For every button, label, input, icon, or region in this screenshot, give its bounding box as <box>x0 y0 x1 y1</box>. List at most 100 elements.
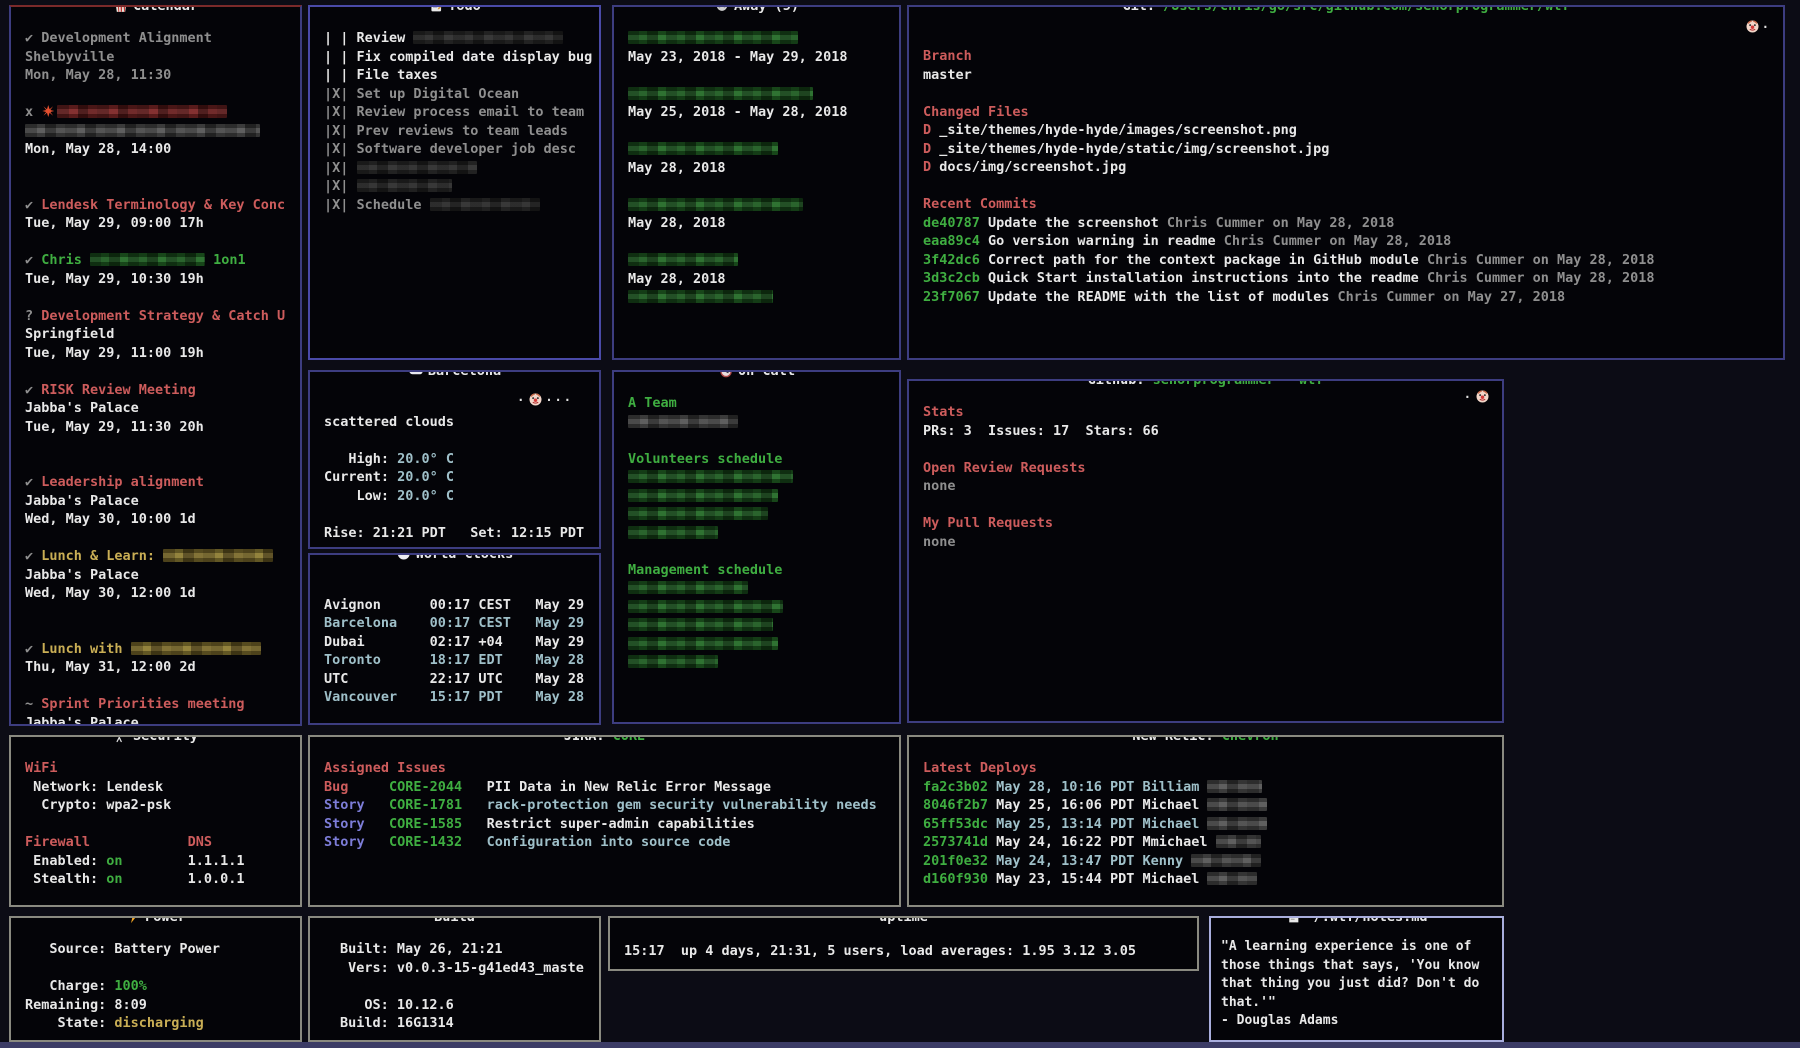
text-segment: Jabba's Palace <box>25 493 139 509</box>
text-segment: May 24, 16:22 PDT Mmichael <box>996 834 1215 850</box>
panel-on-call: On CallA Team Volunteers schedule Manage… <box>612 370 901 724</box>
redacted-text <box>1207 798 1267 811</box>
line: PRs: 3 Issues: 17 Stars: 66 <box>923 422 1490 441</box>
text-segment: Crypto: wpa2-psk <box>25 797 171 813</box>
panel-title: Build <box>426 916 483 927</box>
line: Recent Commits <box>923 195 1771 214</box>
panel-title: Barcelona <box>400 370 509 381</box>
text-segment: Vers: v0.0.3-15-g41ed43_maste <box>340 960 584 976</box>
text-segment: Todo <box>448 5 481 14</box>
line: |X| Prev reviews to team leads <box>324 122 587 141</box>
redacted-text <box>57 105 227 118</box>
text-segment: Git: <box>1122 5 1163 14</box>
text-segment: Source: Battery Power <box>25 941 220 957</box>
line <box>628 288 887 307</box>
text-segment: Leadership alignment <box>41 474 204 490</box>
text-segment: May 28, 2018 <box>628 271 726 287</box>
line: UTC 22:17 UTC May 28 <box>324 670 587 689</box>
line <box>25 288 288 307</box>
line: Latest Deploys <box>923 759 1490 778</box>
text-segment: CORE-1585 <box>389 816 487 832</box>
text-segment: May 25, 2018 - May 28, 2018 <box>628 104 847 120</box>
line <box>628 66 887 85</box>
panel-body: WiFi Network: Lendesk Crypto: wpa2-psk F… <box>11 737 300 895</box>
redacted-text <box>628 507 768 520</box>
line: |X| <box>324 177 587 196</box>
line: Barcelona 00:17 CEST May 29 <box>324 614 587 633</box>
line <box>628 140 887 159</box>
line <box>923 84 1771 103</box>
text-segment: Security <box>133 735 198 744</box>
panel-title: Github: senorprogrammer - wtf <box>1080 379 1332 390</box>
text-segment: Jabba's Palace <box>25 567 139 583</box>
text-segment: Mon, May 28, 14:00 <box>25 141 171 157</box>
panel-body: Latest Deploysfa2c3b02 May 28, 10:16 PDT… <box>909 737 1502 895</box>
panel-away: Away (5)May 23, 2018 - May 29, 2018 May … <box>612 5 901 360</box>
text-segment: Bug <box>324 779 389 795</box>
alien-icon <box>714 5 729 13</box>
redacted-text <box>430 198 540 211</box>
text-segment: eaa89c4 <box>923 233 988 249</box>
text-segment: that thing you just did? Don't do <box>1221 976 1479 991</box>
redacted-text <box>413 31 563 44</box>
line: Tue, May 29, 10:30 19h <box>25 270 288 289</box>
line: ✔ Lendesk Terminology & Key Conc <box>25 196 288 215</box>
line: May 28, 2018 <box>628 270 887 289</box>
text-segment: May 28, 2018 <box>628 160 726 176</box>
line: Story CORE-1585 Restrict super-admin cap… <box>324 815 887 834</box>
line: OS: 10.12.6 <box>340 996 587 1015</box>
text-segment: Built: May 26, 21:21 <box>340 941 503 957</box>
text-segment: | | <box>324 30 357 46</box>
panel-jira: JIRA: COREAssigned IssuesBug CORE-2044 P… <box>308 735 901 907</box>
line: master <box>923 66 1771 85</box>
text-segment: fa2c3b02 <box>923 779 996 795</box>
line <box>25 436 288 455</box>
text-segment: Open Review Requests <box>923 460 1086 476</box>
line: ✔ Lunch with <box>25 640 288 659</box>
line: ✔ Chris 1on1 <box>25 251 288 270</box>
redacted-text <box>628 290 773 303</box>
line <box>25 529 288 548</box>
line: Low: 20.0° C <box>324 487 587 506</box>
text-segment: File taxes <box>357 67 438 83</box>
text-segment: docs/img/screenshot.jpg <box>939 159 1126 175</box>
text-segment: d160f930 <box>923 871 996 887</box>
line: Mon, May 28, 11:30 <box>25 66 288 85</box>
line <box>628 653 887 672</box>
line: May 23, 2018 - May 29, 2018 <box>628 48 887 67</box>
text-segment: 2573741d <box>923 834 996 850</box>
line: | | Fix compiled date display bug <box>324 48 587 67</box>
line: Jabba's Palace <box>25 399 288 418</box>
redacted-text <box>90 253 205 266</box>
redacted-text <box>628 600 783 613</box>
line <box>340 977 587 996</box>
line <box>25 959 288 978</box>
line: May 25, 2018 - May 28, 2018 <box>628 103 887 122</box>
panel-body: StatsPRs: 3 Issues: 17 Stars: 66 Open Re… <box>909 381 1502 557</box>
panel-title: JIRA: CORE <box>556 735 653 746</box>
text-segment: Enabled: <box>25 853 106 869</box>
redacted-text <box>628 618 773 631</box>
panel-body: A Team Volunteers schedule Management sc… <box>614 372 899 678</box>
text-segment: ✔ <box>25 252 41 268</box>
text-segment: D <box>923 159 939 175</box>
panel-weather-barcelona: Barcelona···· scattered clouds High: 20.… <box>308 370 601 549</box>
text-segment: Barcelona 00:17 CEST May 29 <box>324 615 584 631</box>
line: Bug CORE-2044 PII Data in New Relic Erro… <box>324 778 887 797</box>
line: | | File taxes <box>324 66 587 85</box>
fencer-icon <box>113 735 128 743</box>
line: Toronto 18:17 EDT May 28 <box>324 651 587 670</box>
line <box>628 598 887 617</box>
text-segment: Chris <box>41 252 90 268</box>
text-segment: Firewall <box>25 834 90 850</box>
line: that.'" <box>1221 994 1496 1013</box>
text-segment: UTC 22:17 UTC May 28 <box>324 671 584 687</box>
terminal-dashboard[interactable]: Calendar✔ Development AlignmentShelbyvil… <box>0 0 1800 1048</box>
line <box>324 577 587 596</box>
line: Build: 16G1314 <box>340 1014 587 1033</box>
text-segment: May 25, 16:06 PDT Michael <box>996 797 1207 813</box>
line <box>628 251 887 270</box>
redacted-text <box>628 489 778 502</box>
line: 3d3c2cb Quick Start installation instruc… <box>923 269 1771 288</box>
redacted-text <box>25 124 260 137</box>
